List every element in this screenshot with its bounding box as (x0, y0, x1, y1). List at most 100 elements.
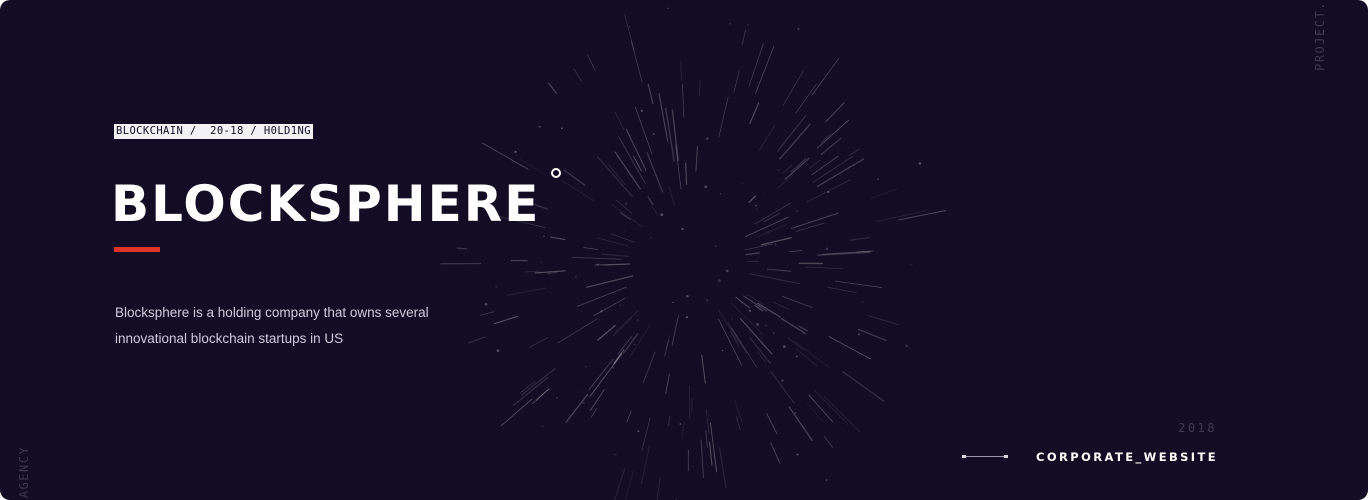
particle-dot (729, 23, 731, 25)
particle-dot (765, 325, 767, 327)
particle-streak (583, 247, 598, 250)
particle-dot (582, 401, 585, 405)
particle-streak (586, 275, 634, 288)
particle-streak (755, 45, 775, 94)
particle-streak (596, 156, 633, 198)
particle-streak (849, 236, 871, 241)
particle-dot (794, 412, 797, 414)
particle-streak (479, 311, 495, 316)
project-year: 2018 (1178, 421, 1217, 435)
particle-dot (543, 235, 545, 237)
particle-dot (718, 279, 721, 282)
particle-streak (741, 29, 747, 45)
particle-dot (748, 309, 752, 312)
particle-streak (700, 439, 705, 478)
particle-streak (547, 82, 558, 95)
particle-streak (622, 333, 639, 354)
particle-dot (614, 453, 617, 456)
particle-streak (795, 341, 831, 369)
particle-streak (770, 371, 795, 404)
particle-streak (780, 317, 807, 335)
particle-streak (718, 447, 727, 489)
particle-dot (574, 275, 578, 278)
particle-streak (766, 413, 778, 435)
particle-dot (763, 192, 765, 194)
particle-streak (456, 247, 468, 250)
particle-streak (572, 256, 622, 260)
particle-streak (668, 186, 676, 207)
particle-streak (614, 468, 626, 500)
particle-streak (675, 144, 682, 190)
particle-dot (797, 27, 800, 31)
hero-description: Blocksphere is a holding company that ow… (115, 300, 475, 352)
particle-dot (705, 299, 709, 302)
particle-dot (795, 209, 799, 213)
hero-description-line-1: Blocksphere is a holding company that ow… (115, 305, 429, 320)
particle-streak (589, 353, 623, 398)
particle-dot (722, 349, 724, 352)
particle-streak (759, 124, 776, 151)
particle-dot (667, 7, 669, 9)
particle-dot (484, 302, 488, 306)
particle-streak (733, 399, 743, 423)
particle-streak (656, 478, 661, 500)
particle-streak (806, 266, 843, 270)
particle-dot (672, 301, 674, 304)
particle-dot (623, 230, 625, 233)
particle-streak (615, 199, 633, 214)
particle-streak (658, 92, 669, 142)
particle-dot (650, 237, 653, 239)
particle-dot (628, 25, 631, 28)
particle-dot (681, 227, 684, 231)
particle-dot (538, 125, 541, 128)
side-label-agency: AGENCY (17, 445, 31, 499)
particle-streak (601, 253, 630, 258)
particle-streak (630, 40, 643, 83)
particle-streak (808, 394, 834, 423)
particle-dot (496, 349, 500, 352)
particle-streak (493, 315, 518, 325)
particle-dot (746, 23, 750, 26)
particle-dot (795, 355, 798, 358)
particle-dot (731, 318, 733, 320)
particle-streak (701, 354, 706, 384)
particle-streak (593, 297, 626, 317)
particle-streak (640, 445, 651, 485)
particle-dot (495, 285, 498, 288)
particle-streak (828, 336, 872, 360)
particle-dot (652, 132, 655, 136)
particle-dot (685, 315, 689, 319)
particle-dot (905, 344, 909, 348)
particle-streak (795, 222, 825, 232)
particle-dot (625, 202, 628, 206)
particle-streak (614, 111, 625, 131)
particle-dot (514, 150, 517, 154)
particle-streak (867, 314, 899, 326)
particle-streak (646, 151, 664, 193)
particle-streak (856, 250, 874, 253)
particle-streak (624, 14, 635, 51)
particle-streak (611, 204, 643, 227)
particle-streak (635, 107, 653, 155)
hero-description-line-2: innovational blockchain startups in US (115, 331, 344, 346)
particle-streak (795, 83, 817, 114)
particle-streak (596, 324, 617, 342)
particle-streak (512, 376, 549, 406)
particle-dot (686, 295, 689, 298)
particle-dot (918, 162, 922, 165)
particle-streak (521, 367, 556, 396)
particle-streak (698, 80, 701, 97)
particle-dot (852, 164, 855, 167)
particle-streak (663, 340, 670, 357)
corporate-website-link[interactable]: CORPORATE_WEBSITE (960, 450, 1218, 464)
particle-dot (857, 333, 861, 336)
particle-streak (834, 280, 883, 288)
particle-dot (825, 247, 829, 251)
particle-dot (796, 453, 799, 456)
particle-streak (811, 155, 839, 176)
particle-dot (719, 193, 721, 195)
particle-dot (772, 332, 775, 335)
particle-streak (806, 402, 824, 423)
particle-dot (706, 137, 709, 140)
particle-dot (781, 379, 784, 382)
